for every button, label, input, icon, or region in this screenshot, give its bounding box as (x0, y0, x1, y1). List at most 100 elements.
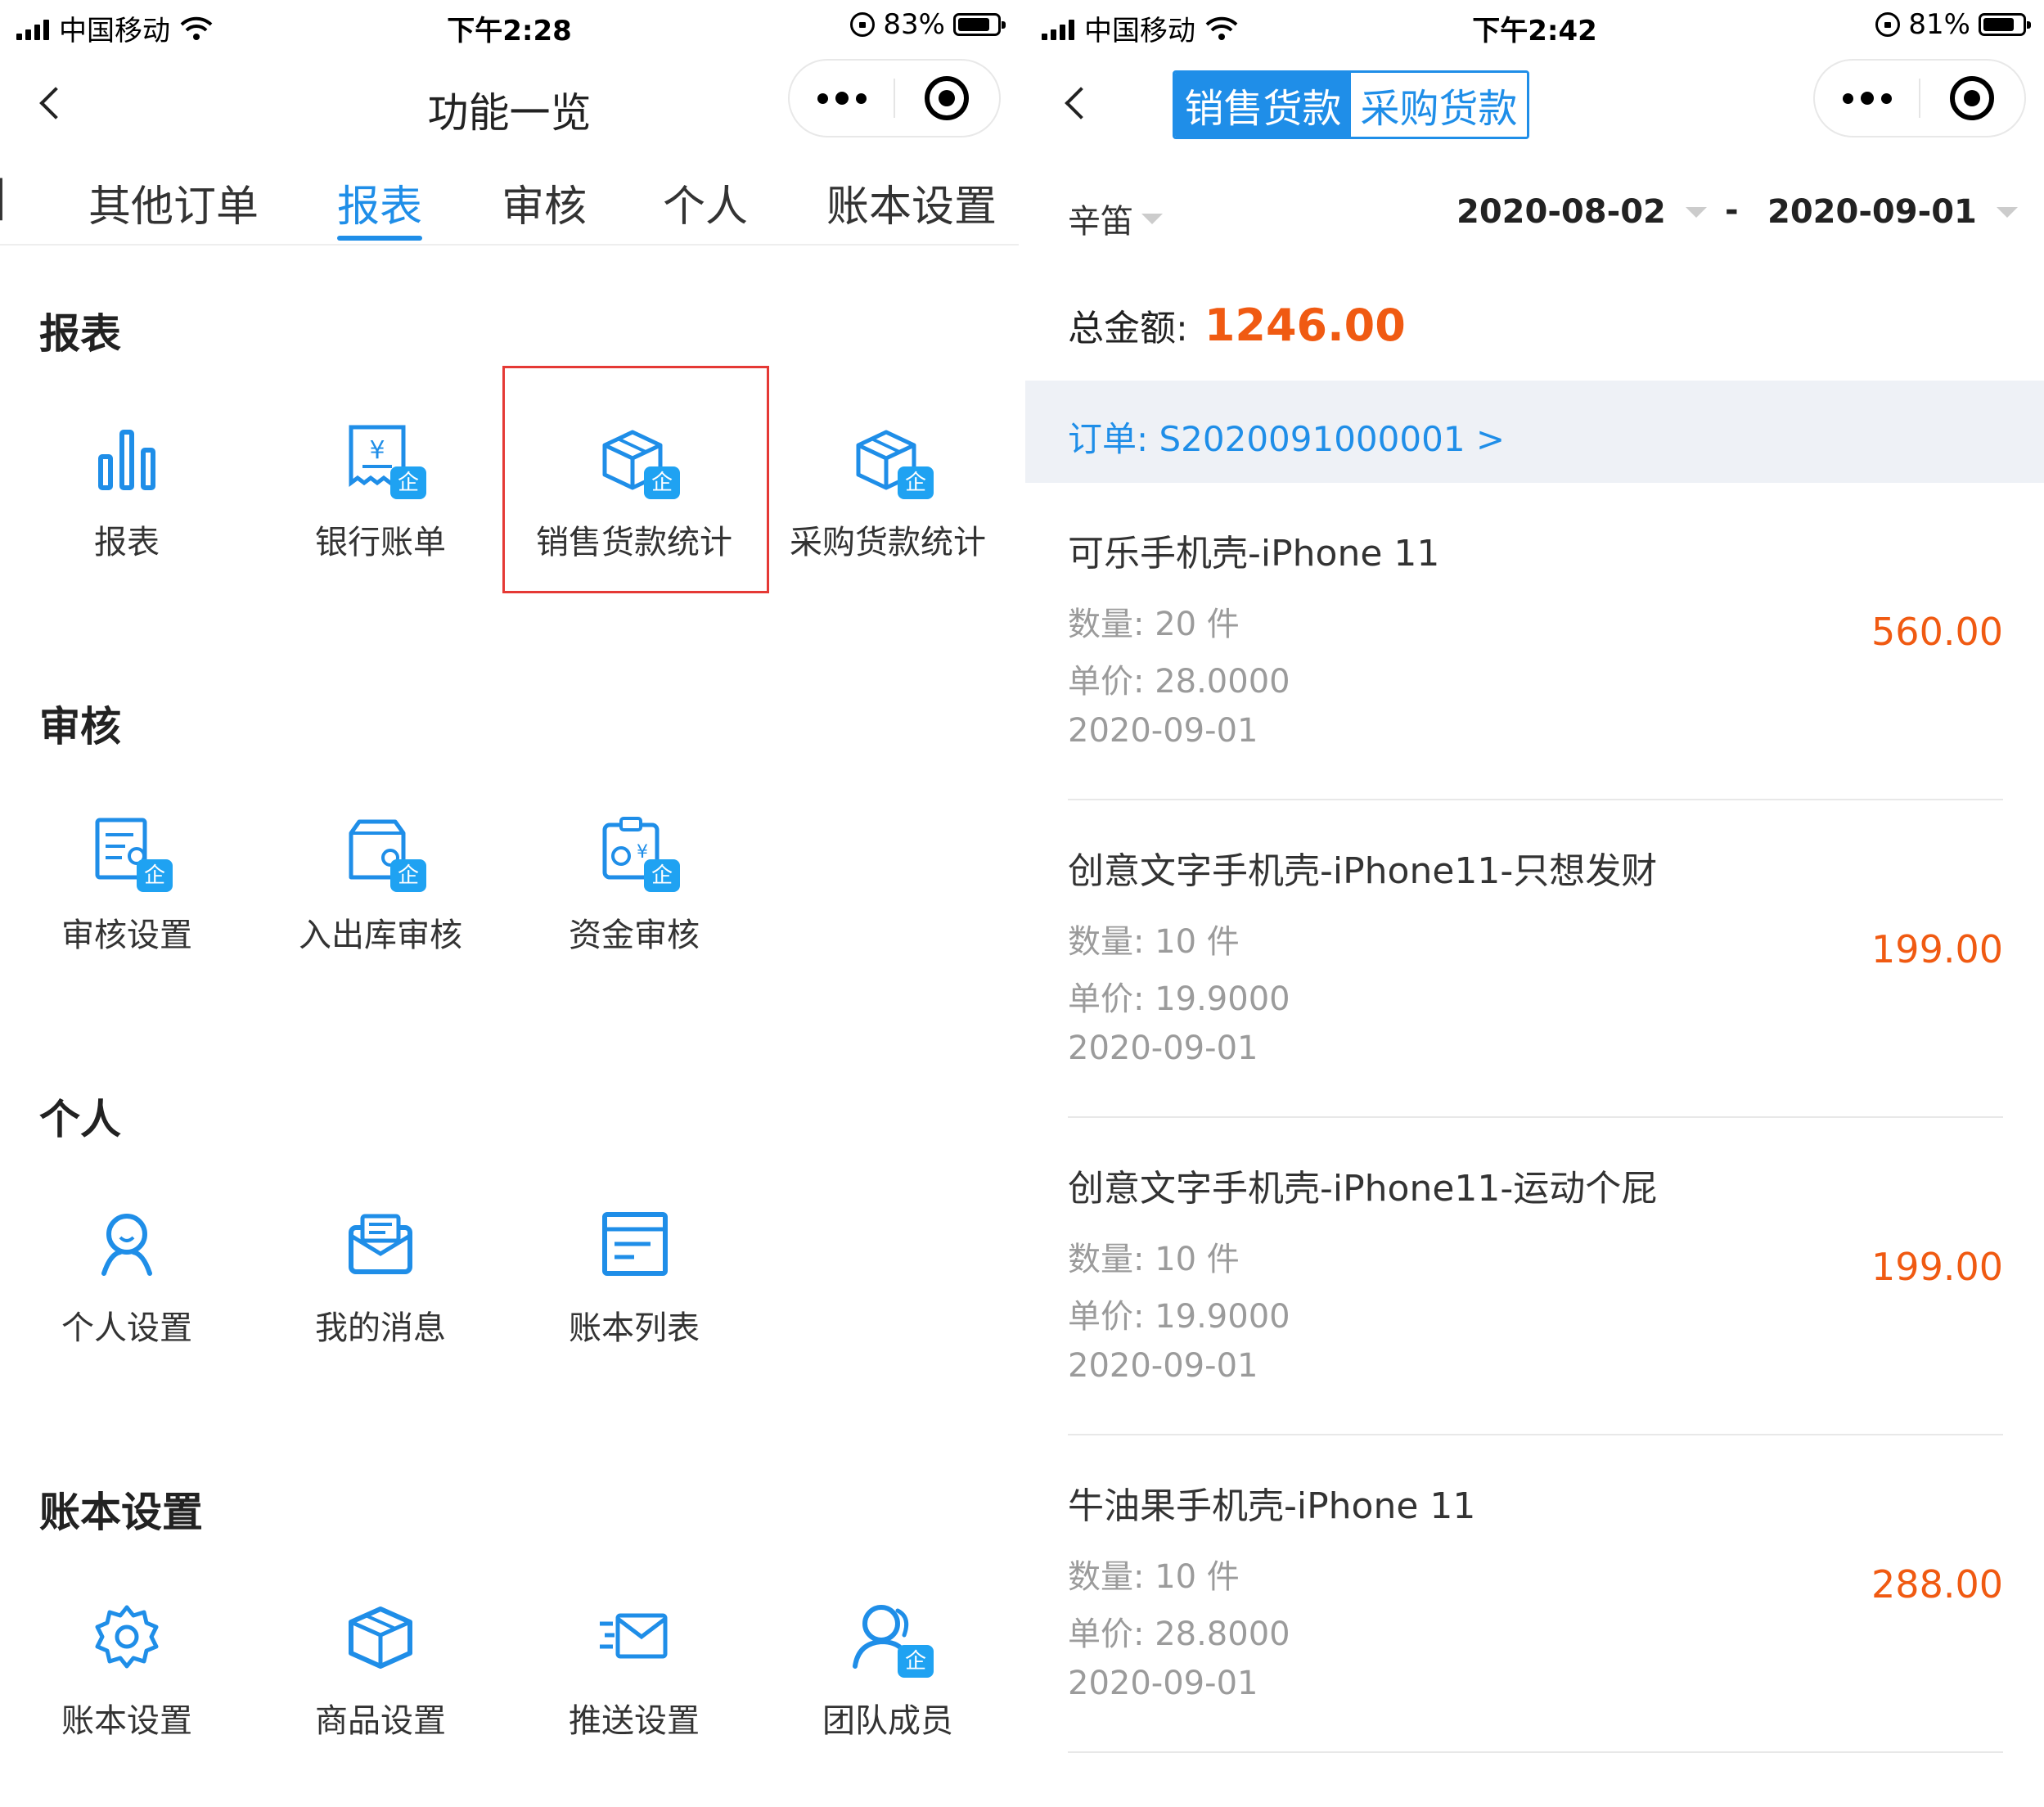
section-title-personal: 个人 (39, 1096, 121, 1143)
grid-item-product-settings[interactable]: 商品设置 (254, 1563, 507, 1760)
item-amount: 199.00 (1871, 927, 2003, 971)
more-icon[interactable] (790, 61, 894, 136)
date-to-select[interactable]: 2020-09-01 (1767, 193, 2018, 231)
close-miniprogram-icon[interactable] (895, 61, 999, 136)
right-screen: 中国移动 下午2:42 81% 销售货款 采购货款 辛笛 2020-08-02 … (1025, 0, 2044, 1807)
item-date: 2020-09-01 (1068, 1030, 1258, 1067)
gear-icon (95, 1605, 159, 1669)
grid-item-bank-statement[interactable]: ¥ 企 银行账单 (254, 385, 507, 581)
grid-item-sales-payment-stats[interactable]: 企 销售货款统计 (507, 385, 761, 581)
segmented-control: 销售货款 采购货款 (1173, 70, 1529, 139)
grid-item-warehouse-audit[interactable]: 企 入出库审核 (254, 777, 507, 974)
item-quantity: 数量: 20 件 (1068, 606, 1240, 643)
item-name: 创意文字手机壳-iPhone11-只想发财 (1068, 850, 1658, 892)
item-name: 牛油果手机壳-iPhone 11 (1068, 1485, 1476, 1527)
mini-program-capsule (1813, 59, 2026, 137)
battery-icon (953, 13, 1006, 36)
grid-item-purchase-payment-stats[interactable]: 企 采购货款统计 (761, 385, 1015, 581)
user-icon (101, 1214, 152, 1276)
grid-item-my-messages[interactable]: 我的消息 (254, 1170, 507, 1367)
close-miniprogram-icon[interactable] (1920, 61, 2024, 136)
tab-bar: | 其他订单 报表 审核 个人 账本设置 (0, 164, 1019, 246)
total-amount: 总金额: 1246.00 (1068, 299, 1406, 351)
tab-active-indicator (337, 236, 422, 241)
section-title-reports: 报表 (39, 310, 121, 358)
enterprise-badge: 企 (390, 859, 426, 892)
list-item[interactable]: 可乐手机壳-iPhone 11 数量: 20 件 单价: 28.0000 202… (1068, 483, 2003, 800)
ledger-list-icon (602, 1212, 668, 1276)
order-link[interactable]: 订单: S2020091000001 > (1068, 412, 1505, 462)
item-quantity: 数量: 10 件 (1068, 923, 1240, 961)
nav-bar: 销售货款 采购货款 (1025, 57, 2044, 147)
date-from-select[interactable]: 2020-08-02 (1456, 193, 1707, 231)
grid-item-ledger-settings[interactable]: 账本设置 (0, 1563, 254, 1760)
list-item[interactable]: 创意文字手机壳-iPhone11-运动个屁 数量: 10 件 单价: 19.90… (1068, 1118, 2003, 1435)
item-date: 2020-09-01 (1068, 1347, 1258, 1385)
grid-item-push-settings[interactable]: 推送设置 (507, 1563, 761, 1760)
grid-item-personal-settings[interactable]: 个人设置 (0, 1170, 254, 1367)
tab-other-orders[interactable]: 其他订单 (88, 172, 259, 233)
chevron-down-icon (1685, 206, 1707, 218)
left-screen: 中国移动 下午2:28 83% 功能一览 | 其他订单 报表 审核 个人 账本设… (0, 0, 1019, 1807)
list-item[interactable]: 牛油果手机壳-iPhone 11 数量: 10 件 单价: 28.8000 20… (1068, 1435, 2003, 1753)
section-title-ledger-settings: 账本设置 (39, 1489, 203, 1536)
enterprise-badge: 企 (898, 1645, 934, 1678)
item-date: 2020-09-01 (1068, 712, 1258, 750)
item-name: 创意文字手机壳-iPhone11-运动个屁 (1068, 1168, 1658, 1210)
battery-percent: 83% (883, 8, 945, 41)
date-separator: - (1725, 192, 1739, 229)
item-unit-price: 单价: 19.9000 (1068, 980, 1290, 1018)
tab-personal[interactable]: 个人 (663, 172, 748, 233)
section-title-audit: 审核 (39, 703, 121, 750)
segment-sales-payment[interactable]: 销售货款 (1175, 73, 1351, 137)
item-name: 可乐手机壳-iPhone 11 (1068, 533, 1440, 575)
item-amount: 560.00 (1871, 610, 2003, 654)
item-unit-price: 单价: 28.8000 (1068, 1615, 1290, 1653)
orientation-lock-icon (1875, 12, 1901, 37)
item-date: 2020-09-01 (1068, 1665, 1258, 1702)
back-icon[interactable] (1058, 82, 1099, 123)
bar-chart-icon (98, 430, 155, 490)
chevron-down-icon (1996, 206, 2018, 218)
battery-percent: 81% (1908, 8, 1970, 41)
item-amount: 288.00 (1871, 1562, 2003, 1606)
total-label: 总金额: (1068, 308, 1188, 349)
grid-item-team-members[interactable]: 企 团队成员 (761, 1563, 1015, 1760)
item-quantity: 数量: 10 件 (1068, 1558, 1240, 1596)
segment-purchase-payment[interactable]: 采购货款 (1351, 73, 1527, 137)
status-bar: 中国移动 下午2:28 83% (0, 0, 1019, 51)
item-unit-price: 单价: 19.9000 (1068, 1298, 1290, 1336)
svg-text:¥: ¥ (369, 436, 385, 465)
person-select[interactable]: 辛笛 (1068, 195, 1163, 242)
tab-ledger-settings[interactable]: 账本设置 (826, 172, 997, 233)
total-value: 1246.00 (1204, 300, 1406, 351)
enterprise-badge: 企 (898, 466, 934, 499)
enterprise-badge: 企 (390, 466, 426, 499)
chevron-down-icon (1141, 213, 1163, 224)
list-item[interactable]: 创意文字手机壳-iPhone11-只想发财 数量: 10 件 单价: 19.90… (1068, 800, 2003, 1118)
push-mail-icon (600, 1613, 668, 1659)
tab-partial[interactable]: | (0, 172, 8, 221)
grid-item-fund-audit[interactable]: ¥ 企 资金审核 (507, 777, 761, 974)
more-icon[interactable] (1815, 61, 1919, 136)
order-header[interactable]: 订单: S2020091000001 > (1025, 381, 2044, 483)
grid-item-audit-settings[interactable]: 企 审核设置 (0, 777, 254, 974)
item-quantity: 数量: 10 件 (1068, 1241, 1240, 1278)
item-amount: 199.00 (1871, 1245, 2003, 1289)
tab-reports[interactable]: 报表 (337, 172, 422, 233)
tab-audit[interactable]: 审核 (502, 172, 587, 233)
status-bar: 中国移动 下午2:42 81% (1025, 0, 2044, 51)
orientation-lock-icon (850, 12, 876, 37)
enterprise-badge: 企 (644, 859, 680, 892)
product-box-icon (349, 1606, 412, 1669)
grid-item-ledger-list[interactable]: 账本列表 (507, 1170, 761, 1367)
filter-bar: 辛笛 2020-08-02 - 2020-09-01 (1025, 188, 2044, 246)
battery-icon (1979, 13, 2031, 36)
enterprise-badge: 企 (137, 859, 173, 892)
enterprise-badge: 企 (644, 466, 680, 499)
item-unit-price: 单价: 28.0000 (1068, 663, 1290, 701)
message-icon (349, 1214, 412, 1274)
grid-item-reports[interactable]: 报表 (0, 385, 254, 581)
mini-program-capsule (788, 59, 1001, 137)
nav-bar: 功能一览 (0, 57, 1019, 147)
